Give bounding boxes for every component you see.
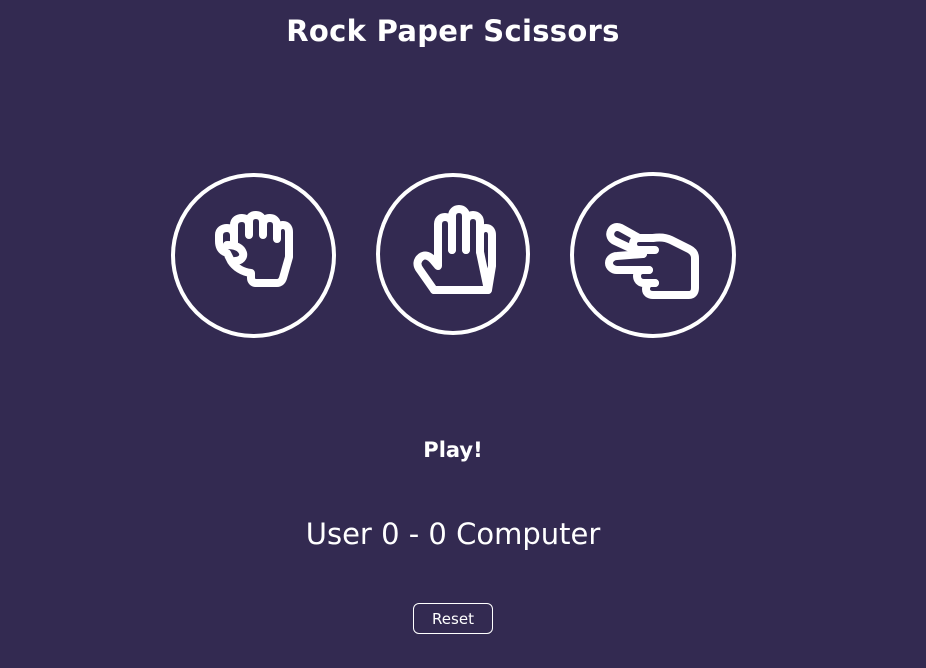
user-label: User [305, 517, 372, 551]
reset-button[interactable]: Reset [413, 603, 493, 634]
game-status: Play! [423, 438, 483, 462]
computer-score: 0 [428, 517, 447, 551]
rock-button[interactable] [171, 173, 336, 338]
computer-label: Computer [456, 517, 601, 551]
page-title: Rock Paper Scissors [286, 14, 620, 48]
scissors-hand-icon [605, 223, 699, 299]
paper-button[interactable] [376, 173, 530, 335]
scoreboard: User 0 - 0 Computer [0, 517, 906, 551]
score-separator: - [408, 517, 420, 551]
rock-hand-icon [214, 210, 293, 287]
game-page: Rock Paper Scissors Play! User 0 - 0 Com… [0, 0, 926, 668]
scissors-button[interactable] [570, 172, 736, 338]
user-score: 0 [381, 517, 400, 551]
paper-hand-icon [413, 205, 496, 294]
